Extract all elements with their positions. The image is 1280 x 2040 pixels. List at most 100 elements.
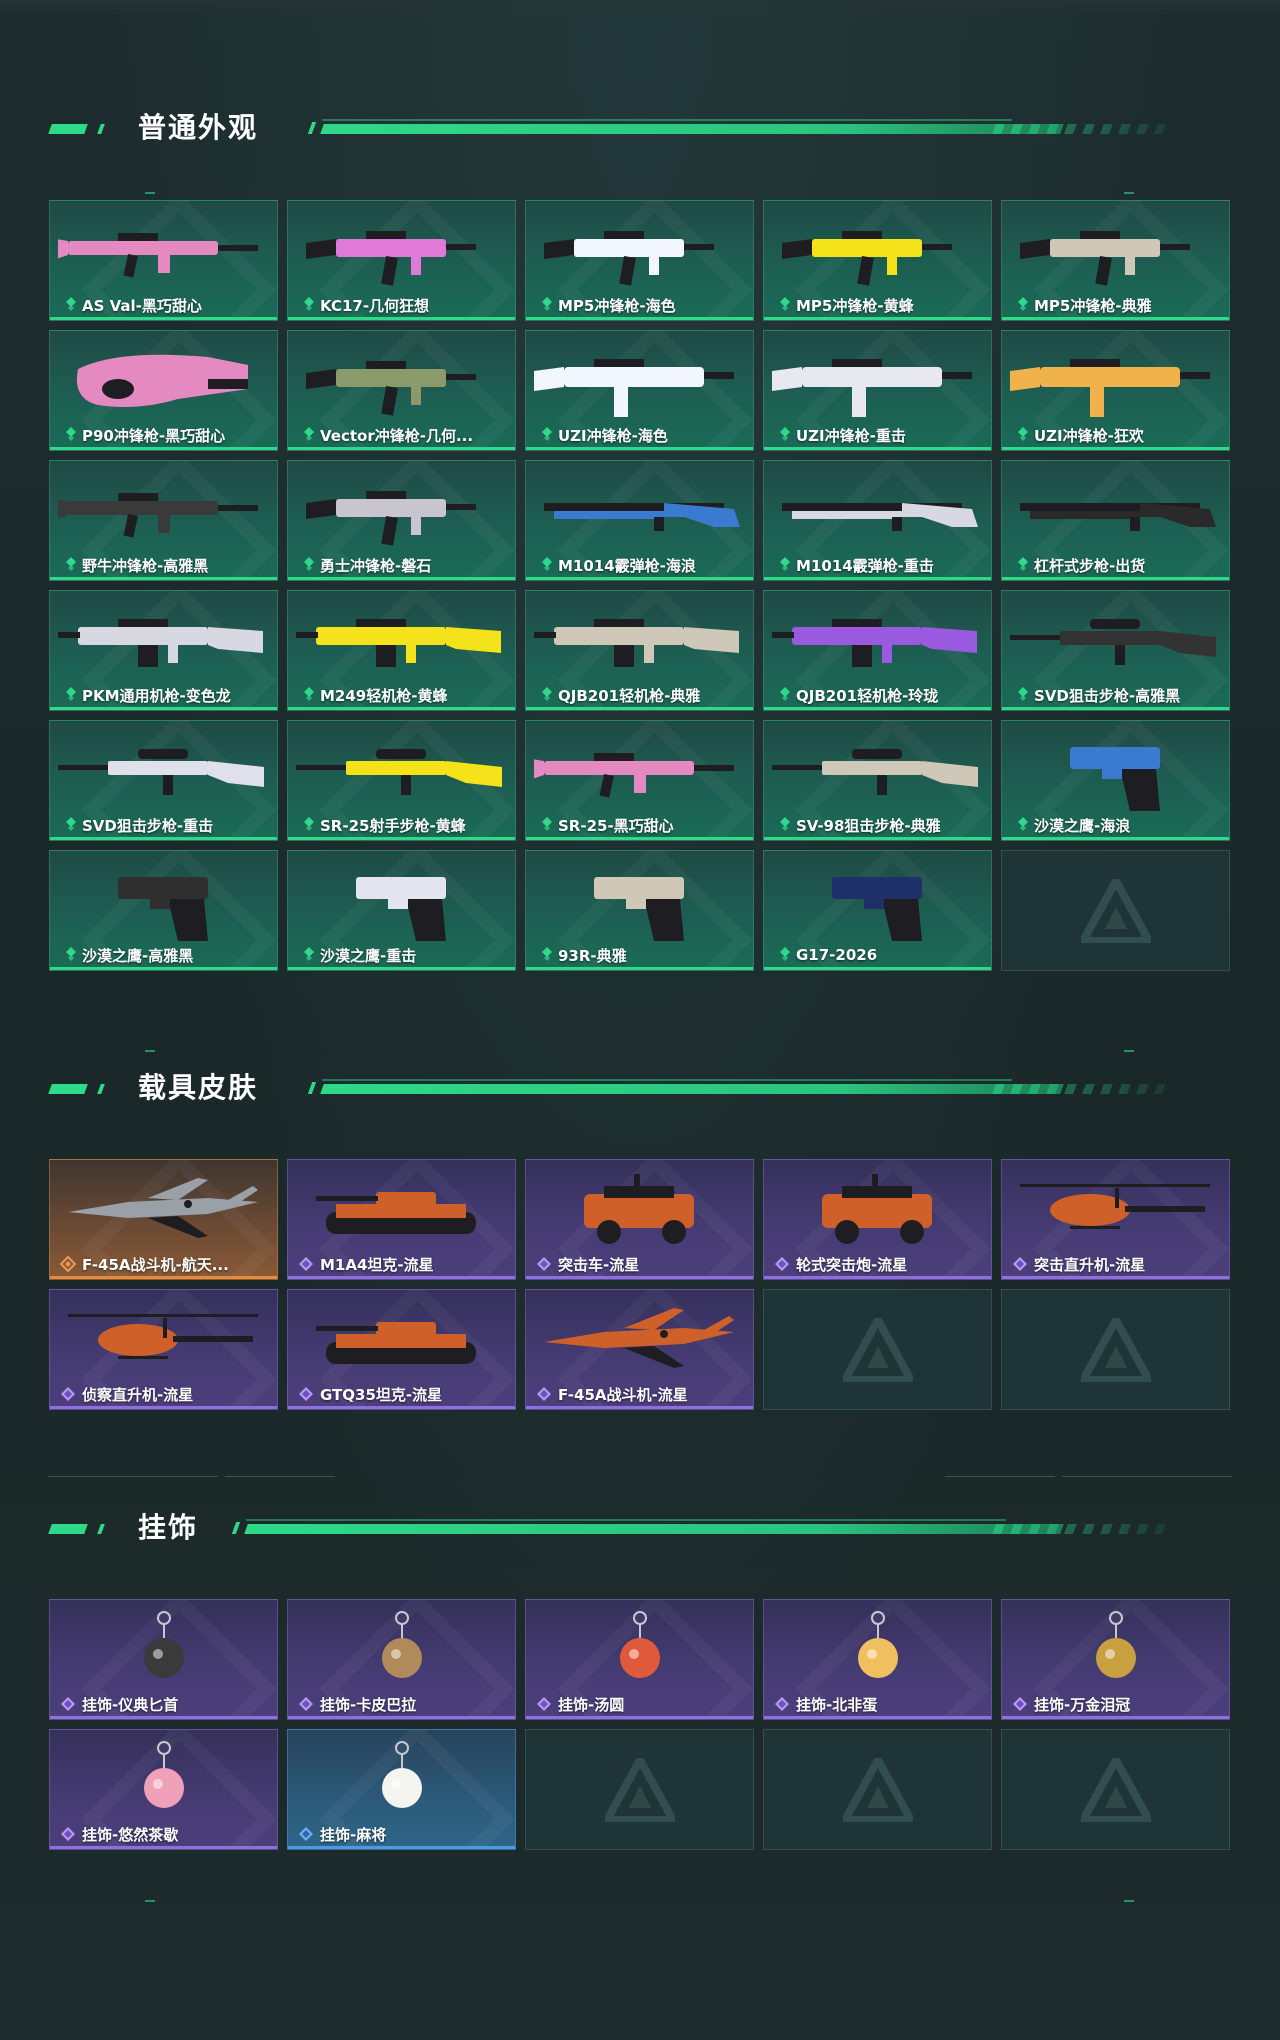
skin-image (58, 339, 271, 421)
rarity-icon (542, 817, 552, 833)
header-dash (48, 124, 88, 134)
skin-label: 突击车-流星 (536, 1255, 745, 1274)
skin-card[interactable]: QJB201轻机枪-典雅 (525, 590, 754, 711)
skin-card[interactable]: P90冲锋枪-黑巧甜心 (49, 330, 278, 451)
skin-image (1010, 729, 1223, 811)
skin-card[interactable]: 沙漠之鹰-海浪 (1001, 720, 1230, 841)
skin-card[interactable]: 沙漠之鹰-高雅黑 (49, 850, 278, 971)
rarity-icon (780, 947, 790, 963)
rarity-icon (298, 1696, 314, 1712)
skin-card[interactable]: 勇士冲锋枪-磐石 (287, 460, 516, 581)
skin-card[interactable]: 野牛冲锋枪-高雅黑 (49, 460, 278, 581)
rarity-icon (304, 297, 314, 313)
skin-card[interactable]: 挂饰-卡皮巴拉 (287, 1599, 516, 1720)
skin-card[interactable]: MP5冲锋枪-典雅 (1001, 200, 1230, 321)
rarity-underline (764, 707, 991, 710)
skin-label: QJB201轻机枪-典雅 (542, 686, 745, 705)
skin-label: 沙漠之鹰-高雅黑 (66, 946, 269, 965)
skin-name: MP5冲锋枪-典雅 (1034, 296, 1152, 315)
skin-image (296, 1608, 509, 1690)
skin-name: Vector冲锋枪-几何... (320, 426, 474, 445)
skin-name: 93R-典雅 (558, 946, 627, 965)
skin-card[interactable]: M1014霰弹枪-重击 (763, 460, 992, 581)
rarity-underline (288, 1716, 515, 1719)
skin-card[interactable]: F-45A战斗机-航天... (49, 1159, 278, 1280)
rarity-icon (298, 1256, 314, 1272)
skin-label: 挂饰-汤圆 (536, 1695, 745, 1714)
rarity-icon (66, 557, 76, 573)
rarity-icon (1012, 1256, 1028, 1272)
skin-card[interactable]: PKM通用机枪-变色龙 (49, 590, 278, 711)
skin-card[interactable]: M1014霰弹枪-海浪 (525, 460, 754, 581)
rarity-icon (542, 297, 552, 313)
rarity-icon (542, 687, 552, 703)
skin-card[interactable]: SR-25射手步枪-黄蜂 (287, 720, 516, 841)
skin-label: M249轻机枪-黄蜂 (304, 686, 507, 705)
rarity-icon (66, 687, 76, 703)
skin-card[interactable]: MP5冲锋枪-黄蜂 (763, 200, 992, 321)
skin-card[interactable]: QJB201轻机枪-玲珑 (763, 590, 992, 711)
skin-card[interactable]: 挂饰-北非蛋 (763, 1599, 992, 1720)
skin-card[interactable]: SVD狙击步枪-重击 (49, 720, 278, 841)
skin-card[interactable]: UZI冲锋枪-重击 (763, 330, 992, 451)
skin-image (772, 1168, 985, 1250)
skin-card[interactable]: KC17-几何狂想 (287, 200, 516, 321)
section-weapon-skins: 普通外观 (0, 108, 1280, 148)
skin-card[interactable]: SV-98狙击步枪-典雅 (763, 720, 992, 841)
skin-card[interactable]: MP5冲锋枪-海色 (525, 200, 754, 321)
skin-card[interactable]: UZI冲锋枪-狂欢 (1001, 330, 1230, 451)
skin-card[interactable]: M1A4坦克-流星 (287, 1159, 516, 1280)
skin-card[interactable]: G17-2026 (763, 850, 992, 971)
section-title: 普通外观 (138, 111, 259, 144)
skin-name: SR-25射手步枪-黄蜂 (320, 816, 466, 835)
skin-label: F-45A战斗机-航天... (59, 1255, 269, 1274)
skin-card[interactable]: GTQ35坦克-流星 (287, 1289, 516, 1410)
skin-name: GTQ35坦克-流星 (320, 1385, 443, 1404)
skin-image (296, 209, 509, 291)
rarity-icon (780, 427, 790, 443)
skin-card[interactable]: M249轻机枪-黄蜂 (287, 590, 516, 711)
skin-name: M1014霰弹枪-海浪 (558, 556, 696, 575)
weapon-skins-grid: AS Val-黑巧甜心 KC17-几何狂想 MP5冲锋枪-海色 MP5冲锋枪-黄… (49, 200, 1230, 971)
skin-card[interactable]: F-45A战斗机-流星 (525, 1289, 754, 1410)
skin-card[interactable]: SR-25-黑巧甜心 (525, 720, 754, 841)
skin-card[interactable]: 侦察直升机-流星 (49, 1289, 278, 1410)
skin-card[interactable]: 挂饰-汤圆 (525, 1599, 754, 1720)
empty-slot (1001, 1289, 1230, 1410)
skin-card[interactable]: UZI冲锋枪-海色 (525, 330, 754, 451)
skin-image (58, 1298, 271, 1380)
divider (48, 1476, 218, 1477)
skin-label: 突击直升机-流星 (1012, 1255, 1221, 1274)
skin-name: PKM通用机枪-变色龙 (82, 686, 231, 705)
skin-card[interactable]: AS Val-黑巧甜心 (49, 200, 278, 321)
rarity-icon (304, 557, 314, 573)
skin-card[interactable]: 挂饰-仪典匕首 (49, 1599, 278, 1720)
rarity-underline (1002, 447, 1229, 450)
empty-slot (763, 1729, 992, 1850)
skin-image (534, 1298, 747, 1380)
skin-card[interactable]: 杠杆式步枪-出货 (1001, 460, 1230, 581)
skin-card[interactable]: 93R-典雅 (525, 850, 754, 971)
skin-card[interactable]: Vector冲锋枪-几何... (287, 330, 516, 451)
skin-label: KC17-几何狂想 (304, 296, 507, 315)
divider (945, 1476, 1055, 1477)
rarity-icon (1012, 1696, 1028, 1712)
skin-card[interactable]: 挂饰-悠然茶歇 (49, 1729, 278, 1850)
skin-card[interactable]: 轮式突击炮-流星 (763, 1159, 992, 1280)
skin-card[interactable]: 挂饰-麻将 (287, 1729, 516, 1850)
skin-label: GTQ35坦克-流星 (298, 1385, 507, 1404)
skin-label: Vector冲锋枪-几何... (304, 426, 507, 445)
skin-name: 轮式突击炮-流星 (796, 1255, 908, 1274)
skin-name: 挂饰-北非蛋 (796, 1695, 878, 1714)
rarity-underline (288, 1276, 515, 1279)
skin-card[interactable]: 挂饰-万金泪冠 (1001, 1599, 1230, 1720)
skin-name: UZI冲锋枪-狂欢 (1034, 426, 1144, 445)
skin-card[interactable]: SVD狙击步枪-高雅黑 (1001, 590, 1230, 711)
rarity-underline (526, 967, 753, 970)
skin-card[interactable]: 突击车-流星 (525, 1159, 754, 1280)
placeholder-logo-icon (837, 1311, 918, 1384)
rarity-underline (526, 1716, 753, 1719)
skin-card[interactable]: 沙漠之鹰-重击 (287, 850, 516, 971)
skin-card[interactable]: 突击直升机-流星 (1001, 1159, 1230, 1280)
rarity-icon (304, 817, 314, 833)
